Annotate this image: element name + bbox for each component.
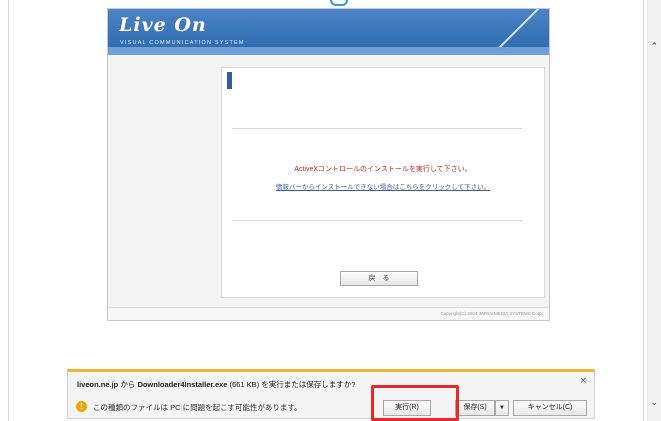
app-body: ActiveXコントロールのインストールを実行して下さい。 情報バーからインスト… <box>108 55 549 320</box>
download-warning-text: この種類のファイルは PC に問題を起こす可能性があります。 <box>93 403 302 412</box>
app-footer: Copyright(C) 2004 JAPAN MEDIA SYSTEMS Co… <box>108 307 549 320</box>
liveon-logo: Live On <box>119 14 207 36</box>
scroll-down-icon[interactable]: ⌄ <box>650 398 658 408</box>
save-button[interactable]: 保存(S) <box>455 400 495 416</box>
download-size-text: (661 KB) を実行または保存しますか? <box>227 380 356 389</box>
download-site: liveon.ne.jp <box>77 380 119 389</box>
header-stripe <box>108 47 549 55</box>
download-filename: Downloader4Installer.exe <box>137 380 228 389</box>
top-accent-shape <box>330 0 348 6</box>
activex-install-message: ActiveXコントロールのインストールを実行して下さい。 <box>294 166 472 173</box>
copyright-text: Copyright(C) 2004 JAPAN MEDIA SYSTEMS Co… <box>440 311 543 316</box>
close-icon[interactable]: × <box>579 376 587 386</box>
run-button-highlight <box>371 385 459 421</box>
logo-tagline: VISUAL COMMUNICATION SYSTEM <box>120 40 245 46</box>
cancel-button[interactable]: キャンセル(C) <box>513 400 587 416</box>
header-decoration <box>489 9 549 47</box>
install-panel: ActiveXコントロールのインストールを実行して下さい。 情報バーからインスト… <box>221 67 545 298</box>
browser-scrollbar[interactable]: ⌃ ⌄ <box>647 0 661 421</box>
panel-marker <box>227 72 232 89</box>
download-notification-bar: liveon.ne.jp から Downloader4Installer.exe… <box>67 369 595 419</box>
manual-install-link[interactable]: 情報バーからインストールできない場合はこちらをクリックして下さい。 <box>222 181 544 191</box>
divider-bottom <box>232 220 522 221</box>
app-header: Live On VISUAL COMMUNICATION SYSTEM <box>108 9 549 55</box>
save-dropdown-button[interactable]: ▼ <box>495 400 509 416</box>
divider-top <box>232 128 522 129</box>
scroll-up-icon[interactable]: ⌃ <box>650 42 658 52</box>
download-prompt-text: liveon.ne.jp から Downloader4Installer.exe… <box>77 379 355 390</box>
warning-icon: ! <box>76 401 87 412</box>
browser-viewport: Live On VISUAL COMMUNICATION SYSTEM Acti… <box>0 0 661 421</box>
back-button[interactable]: 戻 る <box>340 271 418 286</box>
liveon-app-window: Live On VISUAL COMMUNICATION SYSTEM Acti… <box>107 8 550 321</box>
download-from-text: から <box>118 380 138 389</box>
